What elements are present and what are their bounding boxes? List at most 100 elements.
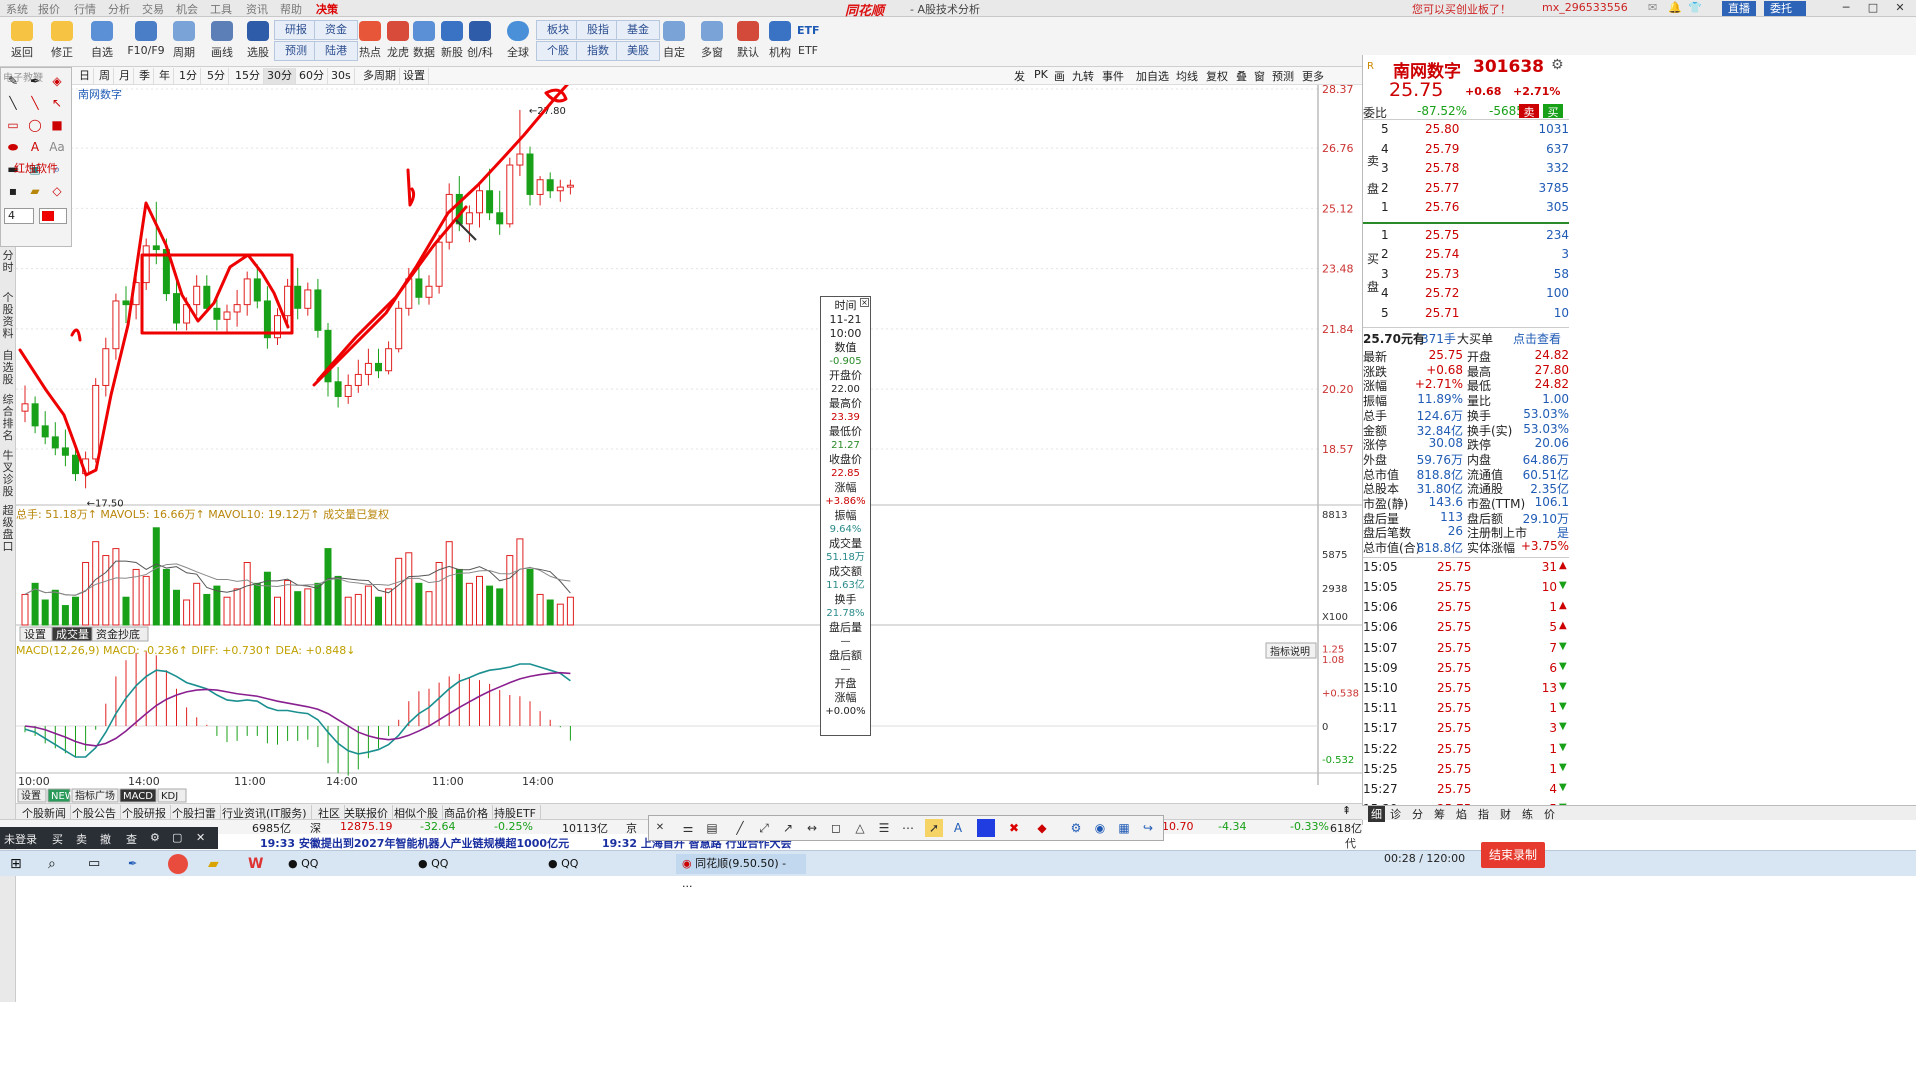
wps-icon[interactable]: W <box>248 854 263 874</box>
menu-trade[interactable]: 交易 <box>142 1 164 17</box>
text-size-icon[interactable]: Aa <box>49 139 65 155</box>
vtab-timeshare[interactable]: 分时 <box>1 250 15 274</box>
period-4[interactable]: 年 <box>156 68 174 84</box>
qq-task-1[interactable]: ● QQ <box>288 854 318 874</box>
scroll-top-icon[interactable]: ⇞ <box>1342 804 1351 817</box>
period-2[interactable]: 月 <box>116 68 134 84</box>
qq-task-2[interactable]: ● QQ <box>418 854 448 874</box>
task-view-icon[interactable]: ▭ <box>88 854 100 874</box>
quote-tab-0[interactable]: 细 <box>1368 806 1385 822</box>
rect-tool-icon[interactable]: ▭ <box>5 117 21 133</box>
weituo-button[interactable]: 委托 <box>1764 1 1806 16</box>
float-delete-icon[interactable]: ✖ <box>1005 819 1023 837</box>
filled-ellipse-icon[interactable]: ⬬ <box>5 139 21 155</box>
gear-icon[interactable]: ⚙ <box>150 831 160 844</box>
tooltip-close-icon[interactable]: × <box>860 298 869 307</box>
eraser-icon[interactable]: ✎ <box>5 73 21 89</box>
etf-button[interactable]: ETF ETF <box>788 19 828 65</box>
stock-pick-button[interactable]: 选股 <box>238 19 278 65</box>
subtab-2[interactable]: 指标广场 <box>75 789 115 802</box>
trade-item-0[interactable]: 未登录 <box>4 831 37 847</box>
fill-icon[interactable]: ◈ <box>49 73 65 89</box>
forecast-button[interactable]: 预测 <box>274 41 318 61</box>
float-cursor-icon[interactable]: ➚ <box>925 819 943 837</box>
qq-task-3[interactable]: ● QQ <box>548 854 578 874</box>
bigorder-link[interactable]: 点击查看 <box>1513 330 1561 347</box>
research-button[interactable]: 研报 <box>274 20 318 40</box>
subtab-1[interactable]: NEW <box>51 791 75 802</box>
kline-chart[interactable]: 28.3726.7625.1223.4821.8420.2018.57←27.8… <box>16 85 1362 805</box>
chart-right-tab-6[interactable]: 均线 <box>1176 68 1198 84</box>
float-stamp-icon[interactable]: ◆ <box>1033 819 1051 837</box>
period-0[interactable]: 日 <box>76 68 94 84</box>
trade-item-4[interactable]: 查 <box>126 831 137 847</box>
filled-rect-icon[interactable]: ■ <box>49 117 65 133</box>
news-item-1[interactable]: 19:33 安徽提出到2027年智能机器人产业链规模超1000亿元 <box>260 835 569 851</box>
maximize-button[interactable]: □ <box>1860 0 1886 16</box>
vtab-watchlist[interactable]: 自选股 <box>1 350 15 386</box>
line-tool-icon[interactable]: ╲ <box>5 95 21 111</box>
multi-window-button[interactable]: 多窗 <box>692 19 732 65</box>
trade-item-1[interactable]: 买 <box>52 831 63 847</box>
float-triangle-icon[interactable]: △ <box>851 819 869 837</box>
period-button[interactable]: 周期 <box>164 19 204 65</box>
diamond-icon[interactable]: ◇ <box>49 183 65 199</box>
period-1[interactable]: 周 <box>96 68 114 84</box>
chart-right-tab-3[interactable]: 九转 <box>1072 68 1094 84</box>
menu-opportunity[interactable]: 机会 <box>176 1 198 17</box>
chart-right-tab-5[interactable]: 加自选 <box>1136 68 1169 84</box>
quote-tab-3[interactable]: 筹 <box>1434 806 1445 822</box>
menu-news[interactable]: 资讯 <box>246 1 268 17</box>
subtab-3[interactable]: MACD <box>123 791 153 802</box>
float-eye-icon[interactable]: ◉ <box>1091 819 1109 837</box>
period-11[interactable]: 多周期 <box>360 68 400 84</box>
chrome-icon[interactable] <box>168 854 188 874</box>
user-id[interactable]: mx_296533556 <box>1542 1 1628 14</box>
quote-tab-8[interactable]: 价 <box>1544 806 1555 822</box>
chart-right-tab-4[interactable]: 事件 <box>1102 68 1124 84</box>
chart-right-tab-0[interactable]: 发 <box>1014 68 1025 84</box>
vtab-diagnosis[interactable]: 牛叉诊股 <box>1 450 15 498</box>
vtab-ranking[interactable]: 综合排名 <box>1 394 15 442</box>
ellipse-tool-icon[interactable]: ◯ <box>27 117 43 133</box>
buy-button[interactable]: 买 <box>1543 104 1563 119</box>
chart-right-tab-11[interactable]: 更多 <box>1302 68 1324 84</box>
period-12[interactable]: 设置 <box>400 68 429 84</box>
index-button[interactable]: 指数 <box>576 41 620 61</box>
custom-button[interactable]: 自定 <box>654 19 694 65</box>
slogan-text[interactable]: 您可以买创业板了！ <box>1412 1 1511 17</box>
period-3[interactable]: 季 <box>136 68 154 84</box>
quote-tab-2[interactable]: 分 <box>1412 806 1423 822</box>
search-icon[interactable]: ⌕ <box>48 854 56 874</box>
revise-button[interactable]: 修正 <box>42 19 82 65</box>
float-settings-icon[interactable]: ⚙ <box>1067 819 1085 837</box>
volume-tab-2[interactable]: 资金抄底 <box>96 627 140 641</box>
pen-icon[interactable]: ✒ <box>27 73 43 89</box>
period-7[interactable]: 15分 <box>232 68 264 84</box>
float-segment-icon[interactable]: ↔ <box>803 819 821 837</box>
float-channel-icon[interactable]: ▤ <box>703 819 721 837</box>
float-line-icon[interactable]: ╱ <box>731 819 749 837</box>
chart-right-tab-8[interactable]: 叠 <box>1236 68 1247 84</box>
sell-button[interactable]: 卖 <box>1519 104 1539 119</box>
f10-button[interactable]: F10/F9 <box>126 19 166 65</box>
folder-icon[interactable]: ▰ <box>27 183 43 199</box>
vtab-orderbook[interactable]: 超级盘口 <box>1 505 15 553</box>
period-6[interactable]: 5分 <box>204 68 229 84</box>
chinext-button[interactable]: 创/科 <box>460 19 500 65</box>
watchlist-button[interactable]: 自选 <box>82 19 122 65</box>
volume-tab-0[interactable]: 设置 <box>24 628 46 641</box>
minimize-button[interactable]: ─ <box>1833 0 1859 16</box>
ths-task[interactable]: ◉ 同花顺(9.50.50) - ... <box>676 854 806 890</box>
quote-tab-6[interactable]: 财 <box>1500 806 1511 822</box>
float-arrow-icon[interactable]: ↗ <box>779 819 797 837</box>
close-button[interactable]: ✕ <box>1887 0 1913 16</box>
menu-analysis[interactable]: 分析 <box>108 1 130 17</box>
menu-decision[interactable]: 决策 <box>316 1 338 17</box>
float-more-icon[interactable]: ⋯ <box>899 819 917 837</box>
quote-tab-1[interactable]: 诊 <box>1390 806 1401 822</box>
red-line-icon[interactable]: ╲ <box>27 95 43 111</box>
float-fib-icon[interactable]: ☰ <box>875 819 893 837</box>
bell-icon[interactable]: 🔔 <box>1668 1 1682 14</box>
window-icon[interactable]: ▢ <box>172 831 182 844</box>
